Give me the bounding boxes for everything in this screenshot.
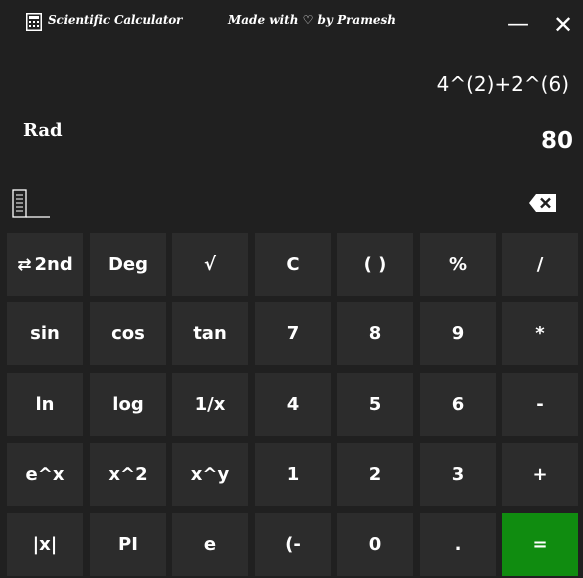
tan-button[interactable]: tan (172, 302, 248, 365)
key-label: PI (118, 534, 138, 555)
key-label: 3 (451, 464, 465, 485)
key-label: * (535, 323, 545, 344)
key-label: log (112, 394, 144, 415)
backspace-button[interactable] (528, 192, 558, 214)
title-bar: Scientific Calculator Made with ♡ by Pra… (0, 0, 583, 48)
key-label: ln (35, 394, 55, 415)
ln-button[interactable]: ln (7, 373, 83, 436)
close-button[interactable]: ✕ (543, 10, 583, 40)
sin-button[interactable]: sin (7, 302, 83, 365)
key-label: (- (285, 534, 301, 555)
key-label: cos (111, 323, 145, 344)
divide-button[interactable]: / (502, 233, 578, 296)
equals-button[interactable]: = (502, 513, 578, 576)
digit-0-button[interactable]: 0 (337, 513, 413, 576)
digit-7-button[interactable]: 7 (255, 302, 331, 365)
history-button[interactable] (12, 186, 52, 222)
calculator-icon (26, 13, 42, 31)
key-label: tan (193, 323, 227, 344)
result-display: 80 (540, 128, 573, 154)
second-function-button[interactable]: ⇄ 2nd (7, 233, 83, 296)
key-label: √ (203, 254, 216, 275)
exp-button[interactable]: e^x (7, 443, 83, 506)
key-label: e (203, 534, 217, 555)
key-label: = (532, 534, 548, 555)
expression-display: 4^(2)+2^(6) (436, 72, 569, 96)
digit-8-button[interactable]: 8 (337, 302, 413, 365)
credit-text: Made with ♡ by Pramesh (228, 13, 397, 27)
key-label: 0 (368, 534, 382, 555)
e-button[interactable]: e (172, 513, 248, 576)
digit-3-button[interactable]: 3 (420, 443, 496, 506)
key-label: Deg (107, 254, 149, 275)
key-label: sin (30, 323, 60, 344)
sqrt-button[interactable]: √ (172, 233, 248, 296)
minimize-icon: — (507, 12, 529, 37)
key-label: 4 (286, 394, 300, 415)
key-label: 1 (286, 464, 300, 485)
key-label: 7 (286, 323, 300, 344)
key-label: 9 (451, 323, 465, 344)
backspace-icon (528, 194, 558, 218)
negate-button[interactable]: (- (255, 513, 331, 576)
key-label: / (536, 254, 544, 275)
key-label: ( ) (363, 254, 387, 275)
key-label: x^y (190, 464, 230, 485)
pi-button[interactable]: PI (90, 513, 166, 576)
history-list-icon (12, 189, 52, 226)
digit-2-button[interactable]: 2 (337, 443, 413, 506)
degree-toggle-button[interactable]: Deg (90, 233, 166, 296)
key-label: 2nd (34, 254, 73, 275)
digit-9-button[interactable]: 9 (420, 302, 496, 365)
close-icon: ✕ (552, 11, 574, 39)
decimal-button[interactable]: . (420, 513, 496, 576)
key-label: 8 (368, 323, 382, 344)
key-label: x^2 (108, 464, 148, 485)
log-button[interactable]: log (90, 373, 166, 436)
key-label: 2 (368, 464, 382, 485)
power-button[interactable]: x^y (172, 443, 248, 506)
app-title: Scientific Calculator (48, 13, 183, 27)
abs-button[interactable]: |x| (7, 513, 83, 576)
digit-1-button[interactable]: 1 (255, 443, 331, 506)
subtract-button[interactable]: - (502, 373, 578, 436)
multiply-button[interactable]: * (502, 302, 578, 365)
key-label: % (448, 254, 468, 275)
key-label: 5 (368, 394, 382, 415)
clear-button[interactable]: C (255, 233, 331, 296)
cos-button[interactable]: cos (90, 302, 166, 365)
square-button[interactable]: x^2 (90, 443, 166, 506)
parentheses-button[interactable]: ( ) (337, 233, 413, 296)
key-label: + (532, 464, 548, 485)
key-label: C (286, 254, 300, 275)
minimize-button[interactable]: — (498, 10, 538, 40)
key-label: 6 (451, 394, 465, 415)
angle-mode-label: Rad (23, 120, 63, 141)
key-label: - (536, 394, 544, 415)
key-label: 1/x (194, 394, 226, 415)
add-button[interactable]: + (502, 443, 578, 506)
reciprocal-button[interactable]: 1/x (172, 373, 248, 436)
percent-button[interactable]: % (420, 233, 496, 296)
digit-6-button[interactable]: 6 (420, 373, 496, 436)
key-label: . (454, 534, 462, 555)
key-label: |x| (32, 534, 58, 555)
swap-arrows-icon: ⇄ (17, 254, 32, 275)
digit-5-button[interactable]: 5 (337, 373, 413, 436)
digit-4-button[interactable]: 4 (255, 373, 331, 436)
key-label: e^x (25, 464, 65, 485)
